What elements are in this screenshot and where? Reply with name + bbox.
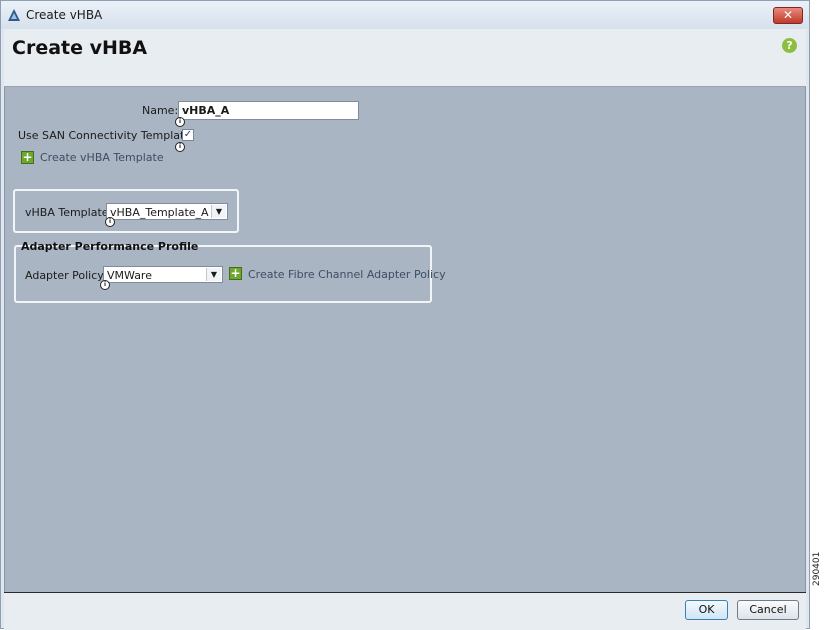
close-icon: ✕ (782, 8, 794, 22)
adapter-group-title: Adapter Performance Profile (21, 240, 199, 253)
title-bar[interactable]: Create vHBA ✕ (1, 1, 809, 29)
vhba-template-value: vHBA_Template_A (110, 206, 209, 219)
adapter-policy-value: VMWare (107, 269, 152, 282)
ok-button[interactable]: OK (685, 600, 728, 620)
dialog-footer: OK Cancel (4, 592, 806, 630)
chevron-down-icon[interactable]: ▼ (211, 205, 226, 218)
use-template-info-icon[interactable]: i (175, 142, 185, 152)
plus-icon[interactable]: + (229, 267, 242, 280)
figure-id: 290401 (812, 551, 822, 586)
adapter-policy-info-icon[interactable]: i (100, 280, 110, 290)
help-icon[interactable]: ? (782, 38, 797, 53)
window-title: Create vHBA (26, 8, 103, 22)
name-input[interactable]: vHBA_A (178, 101, 359, 120)
checkmark-icon: ✓ (183, 129, 193, 140)
create-fc-adapter-policy-link[interactable]: Create Fibre Channel Adapter Policy (248, 268, 446, 281)
adapter-policy-label: Adapter Policy: (25, 269, 107, 282)
dialog-window: Create vHBA ✕ Create vHBA ? Name: vHBA_A… (0, 0, 810, 630)
vhba-template-group: vHBA Template: vHBA_Template_A ▼ i (13, 189, 239, 233)
dialog-header: Create vHBA ? (4, 29, 806, 87)
name-value: vHBA_A (182, 104, 230, 117)
chevron-down-icon[interactable]: ▼ (206, 268, 221, 281)
name-info-icon[interactable]: i (175, 117, 185, 127)
form-panel: Name: vHBA_A i Use SAN Connectivity Temp… (4, 87, 806, 592)
create-vhba-template-link[interactable]: Create vHBA Template (40, 151, 164, 164)
page-title: Create vHBA (12, 37, 148, 59)
plus-icon[interactable]: + (21, 151, 34, 164)
cisco-triangle-icon (8, 9, 20, 21)
use-template-label: Use SAN Connectivity Template: (18, 129, 195, 142)
adapter-policy-select[interactable]: VMWare ▼ (103, 266, 223, 283)
adapter-performance-profile-group: Adapter Performance Profile Adapter Poli… (14, 240, 446, 303)
name-label: Name: (142, 104, 179, 117)
vhba-template-label: vHBA Template: (25, 206, 113, 219)
close-button[interactable]: ✕ (773, 7, 803, 24)
vhba-template-select[interactable]: vHBA_Template_A ▼ (106, 203, 228, 220)
use-template-checkbox[interactable]: ✓ (182, 129, 194, 141)
vhba-template-info-icon[interactable]: i (105, 217, 115, 227)
cancel-button[interactable]: Cancel (737, 600, 799, 620)
